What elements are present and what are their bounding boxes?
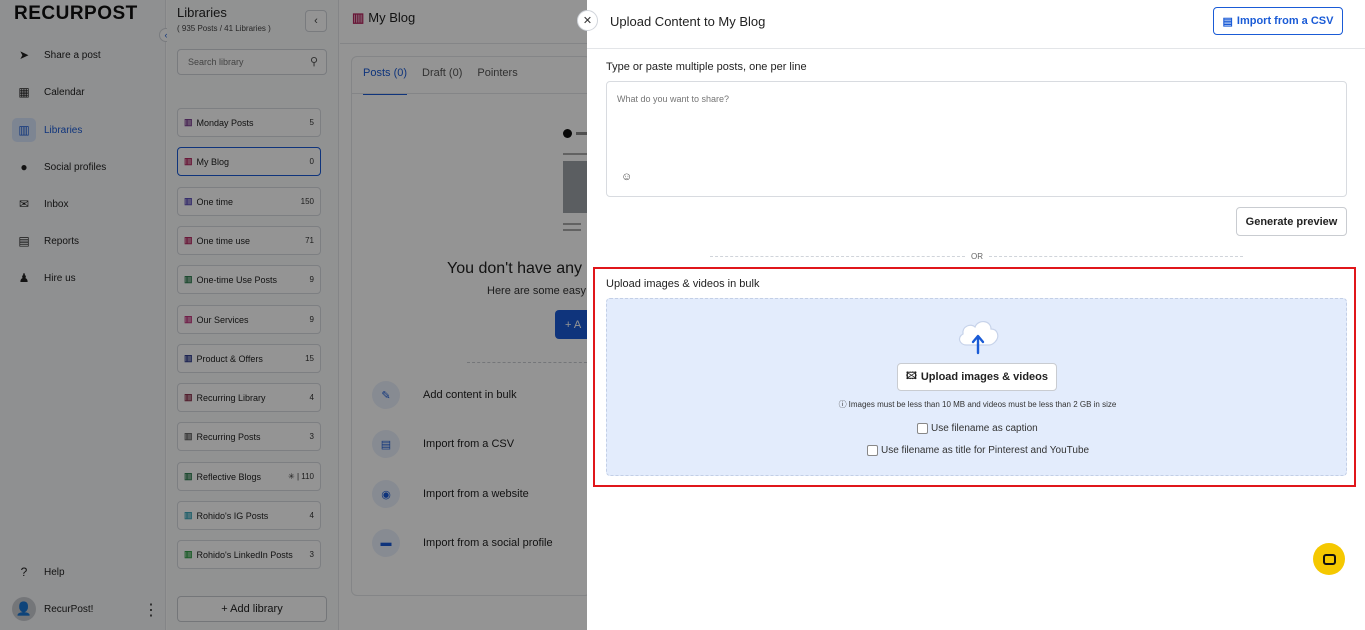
divider bbox=[587, 48, 1365, 49]
file-icon: ▤ bbox=[1222, 15, 1233, 28]
upload-note-text: Images must be less than 10 MB and video… bbox=[848, 400, 1117, 409]
import-csv-label: Import from a CSV bbox=[1236, 15, 1334, 27]
image-icon: 🖾 bbox=[905, 370, 917, 382]
or-separator: OR bbox=[971, 252, 983, 261]
drawer-title: Upload Content to My Blog bbox=[610, 14, 766, 29]
import-csv-button[interactable]: ▤ Import from a CSV bbox=[1213, 7, 1343, 35]
checkbox[interactable] bbox=[917, 423, 928, 434]
bulk-upload-label: Upload images & videos in bulk bbox=[606, 278, 760, 290]
bulk-upload-section: Upload images & videos in bulk 🖾 Upload … bbox=[593, 267, 1356, 487]
checkbox[interactable] bbox=[867, 445, 878, 456]
upload-size-note: ⓘ Images must be less than 10 MB and vide… bbox=[607, 399, 1348, 410]
info-icon: ⓘ bbox=[838, 400, 847, 409]
chat-icon bbox=[1322, 553, 1336, 565]
generate-preview-button[interactable]: Generate preview bbox=[1236, 207, 1347, 236]
filename-title-checkbox[interactable]: Use filename as title for Pinterest and … bbox=[867, 445, 1089, 456]
close-drawer-button[interactable]: ✕ bbox=[577, 10, 598, 31]
support-chat-button[interactable] bbox=[1313, 543, 1345, 575]
upload-media-button[interactable]: 🖾 Upload images & videos bbox=[897, 363, 1057, 391]
divider bbox=[989, 256, 1243, 257]
checkbox-label: Use filename as caption bbox=[931, 423, 1038, 434]
divider bbox=[710, 256, 965, 257]
modal-backdrop[interactable] bbox=[0, 0, 587, 630]
emoji-icon[interactable]: ☺ bbox=[621, 171, 632, 183]
close-icon: ✕ bbox=[582, 15, 593, 27]
upload-content-drawer: Upload Content to My Blog ▤ Import from … bbox=[587, 0, 1365, 630]
checkbox-label: Use filename as title for Pinterest and … bbox=[881, 445, 1090, 456]
posts-textarea[interactable] bbox=[617, 94, 1337, 164]
upload-media-label: Upload images & videos bbox=[920, 371, 1049, 383]
filename-caption-checkbox[interactable]: Use filename as caption bbox=[917, 423, 1038, 434]
posts-textarea-container: ☺ bbox=[606, 81, 1347, 197]
cloud-upload-icon bbox=[958, 321, 999, 355]
file-dropzone[interactable]: 🖾 Upload images & videos ⓘ Images must be… bbox=[606, 298, 1347, 476]
posts-textarea-label: Type or paste multiple posts, one per li… bbox=[606, 61, 807, 73]
